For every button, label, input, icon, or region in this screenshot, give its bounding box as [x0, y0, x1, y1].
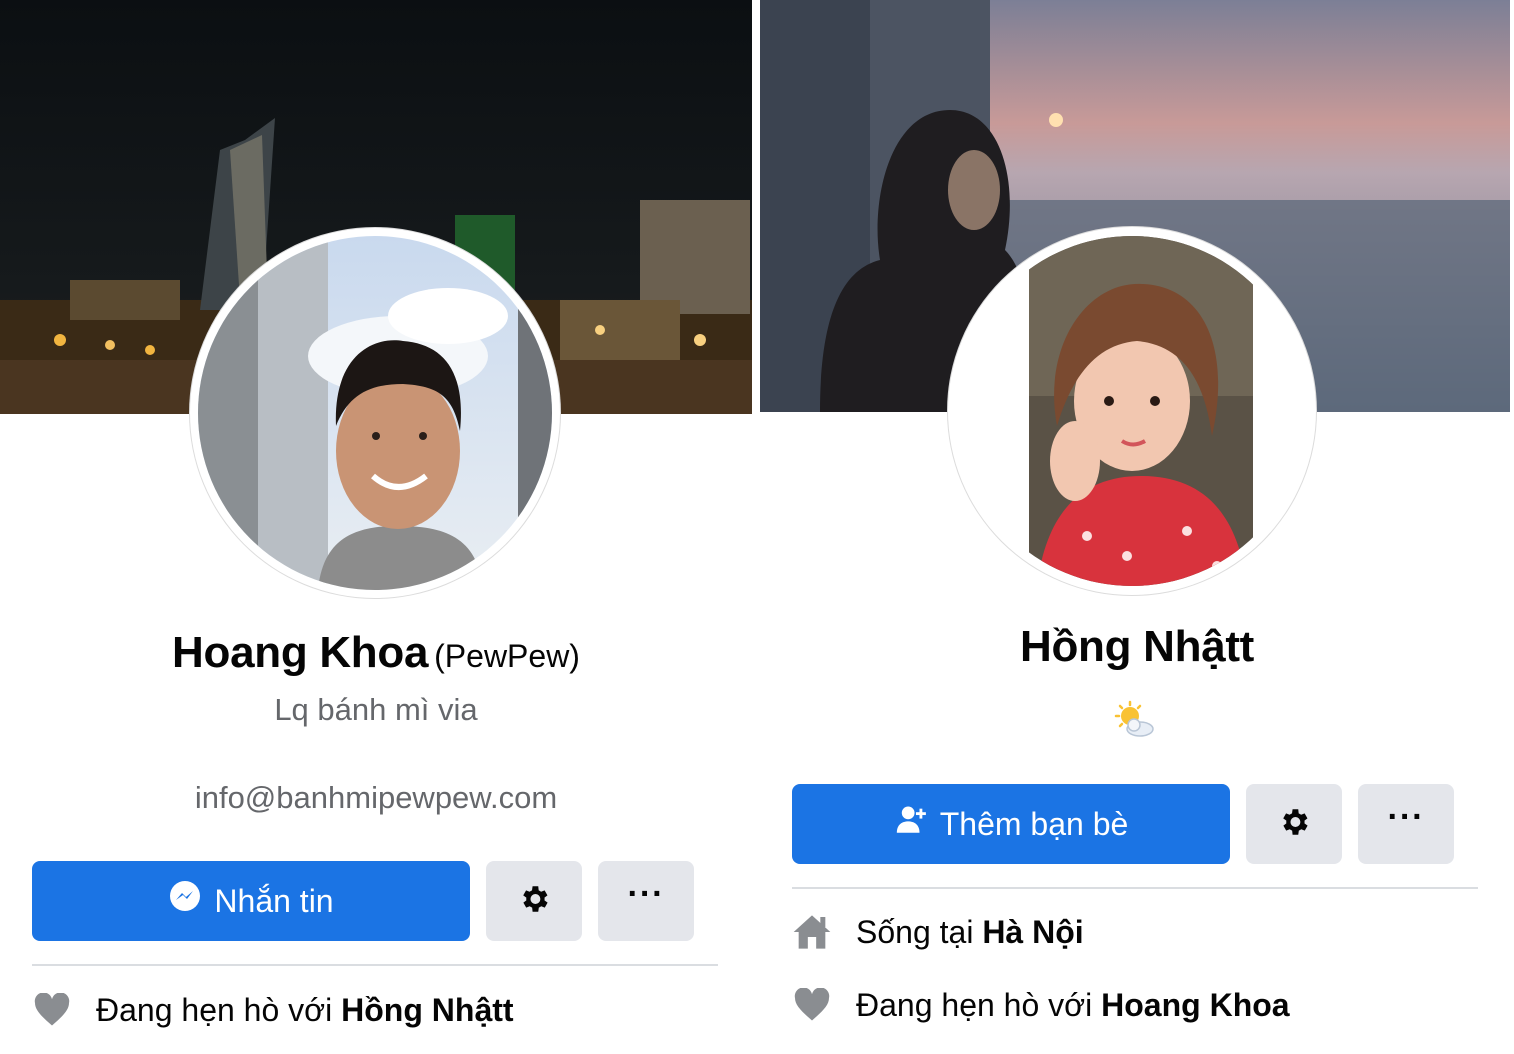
- sun-behind-cloud-icon: [1112, 700, 1156, 740]
- section-divider: [32, 964, 718, 966]
- panel-separator: [752, 0, 760, 1054]
- gear-icon: [1277, 805, 1311, 844]
- profile-panel-left: Hoang Khoa (PewPew) Lq bánh mì via info@b…: [0, 0, 752, 1054]
- profile-name-line: Hoang Khoa (PewPew): [0, 628, 752, 678]
- gear-icon: [517, 882, 551, 921]
- relationship-partner[interactable]: Hồng Nhậtt: [341, 992, 513, 1029]
- relationship-prefix: Đang hẹn hò với: [96, 991, 342, 1028]
- avatar-photo: [957, 236, 1307, 586]
- home-icon: [790, 912, 834, 952]
- profile-name: Hồng Nhậtt: [1019, 622, 1255, 671]
- avatar-photo: [198, 236, 552, 590]
- more-dots-icon: ···: [1387, 798, 1425, 836]
- heart-icon: [790, 985, 834, 1025]
- lives-in-prefix: Sống tại: [856, 913, 983, 950]
- more-dots-icon: ···: [627, 875, 665, 913]
- relationship-row[interactable]: Đang hẹn hò với Hoang Khoa: [790, 985, 1290, 1025]
- profile-panel-right: Hồng Nhậtt Thêm bạn bè ··· Sống tại Hà N…: [760, 0, 1514, 1054]
- profile-name-line: Hồng Nhậtt: [760, 622, 1514, 672]
- add-friend-button[interactable]: Thêm bạn bè: [792, 784, 1230, 864]
- settings-button[interactable]: [486, 861, 582, 941]
- add-friend-button-label: Thêm bạn bè: [939, 805, 1129, 842]
- relationship-row[interactable]: Đang hẹn hò với Hồng Nhậtt: [30, 990, 514, 1030]
- lives-in-place[interactable]: Hà Nội: [982, 914, 1083, 951]
- section-divider: [792, 887, 1478, 889]
- profile-alternate-name: (PewPew): [434, 638, 580, 674]
- add-friend-icon: [894, 803, 928, 845]
- more-options-button[interactable]: ···: [1358, 784, 1454, 864]
- profile-name: Hoang Khoa: [172, 628, 429, 677]
- profile-avatar[interactable]: [190, 228, 560, 598]
- settings-button[interactable]: [1246, 784, 1342, 864]
- profile-avatar[interactable]: [948, 227, 1316, 595]
- message-button[interactable]: Nhắn tin: [32, 861, 470, 941]
- more-options-button[interactable]: ···: [598, 861, 694, 941]
- profile-email[interactable]: info@banhmipewpew.com: [0, 780, 752, 816]
- relationship-prefix: Đang hẹn hò với: [856, 986, 1102, 1023]
- messenger-icon: [168, 880, 202, 922]
- profile-bio: Lq bánh mì via: [274, 692, 478, 727]
- relationship-partner[interactable]: Hoang Khoa: [1101, 987, 1289, 1024]
- lives-in-row[interactable]: Sống tại Hà Nội: [790, 912, 1084, 952]
- heart-icon: [30, 990, 74, 1030]
- message-button-label: Nhắn tin: [214, 882, 334, 919]
